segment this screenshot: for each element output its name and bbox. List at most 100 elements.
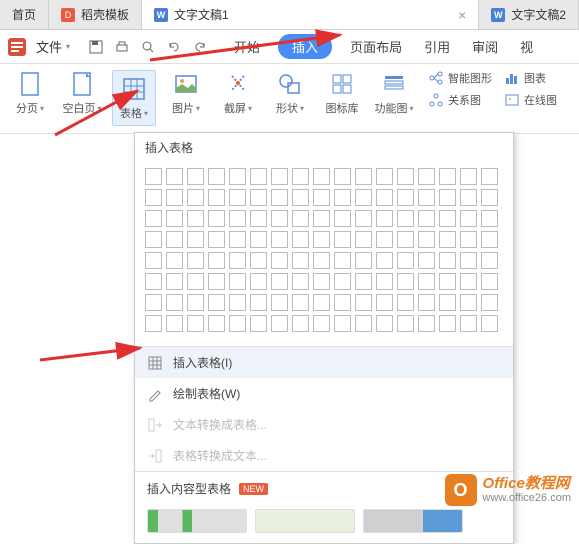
print-icon[interactable] xyxy=(114,39,130,55)
ribbon-relation[interactable]: 关系图 xyxy=(428,92,492,108)
grid-cell[interactable] xyxy=(397,210,414,227)
grid-cell[interactable] xyxy=(355,315,372,332)
grid-cell[interactable] xyxy=(187,168,204,185)
grid-cell[interactable] xyxy=(313,210,330,227)
grid-cell[interactable] xyxy=(418,315,435,332)
ribbon-chart[interactable]: 图表 xyxy=(504,70,557,86)
grid-cell[interactable] xyxy=(229,231,246,248)
ribbon-table[interactable]: 表格▾ xyxy=(112,70,156,126)
grid-cell[interactable] xyxy=(313,273,330,290)
grid-cell[interactable] xyxy=(439,231,456,248)
grid-cell[interactable] xyxy=(292,273,309,290)
grid-cell[interactable] xyxy=(481,252,498,269)
grid-cell[interactable] xyxy=(439,315,456,332)
tab-doc1[interactable]: W 文字文稿1 × xyxy=(142,0,479,29)
grid-cell[interactable] xyxy=(166,315,183,332)
grid-cell[interactable] xyxy=(229,189,246,206)
grid-cell[interactable] xyxy=(376,252,393,269)
grid-cell[interactable] xyxy=(355,210,372,227)
grid-cell[interactable] xyxy=(250,294,267,311)
grid-cell[interactable] xyxy=(208,252,225,269)
menu-draw-table[interactable]: 绘制表格(W) xyxy=(135,378,513,409)
grid-cell[interactable] xyxy=(313,189,330,206)
grid-cell[interactable] xyxy=(376,168,393,185)
grid-cell[interactable] xyxy=(250,210,267,227)
ribbon-onlinepic[interactable]: 在线图 xyxy=(504,92,557,108)
grid-cell[interactable] xyxy=(376,294,393,311)
table-size-grid[interactable] xyxy=(135,162,513,346)
grid-cell[interactable] xyxy=(250,315,267,332)
grid-cell[interactable] xyxy=(418,273,435,290)
preview-icon[interactable] xyxy=(140,39,156,55)
grid-cell[interactable] xyxy=(187,189,204,206)
ribbon-pagebreak[interactable]: 分页▾ xyxy=(8,70,52,116)
grid-cell[interactable] xyxy=(208,294,225,311)
ribbon-picture[interactable]: 图片▾ xyxy=(164,70,208,116)
grid-cell[interactable] xyxy=(355,231,372,248)
grid-cell[interactable] xyxy=(481,294,498,311)
grid-cell[interactable] xyxy=(229,210,246,227)
grid-cell[interactable] xyxy=(481,189,498,206)
redo-icon[interactable] xyxy=(192,39,208,55)
grid-cell[interactable] xyxy=(439,252,456,269)
grid-cell[interactable] xyxy=(376,315,393,332)
grid-cell[interactable] xyxy=(313,231,330,248)
grid-cell[interactable] xyxy=(334,252,351,269)
grid-cell[interactable] xyxy=(460,252,477,269)
grid-cell[interactable] xyxy=(481,231,498,248)
grid-cell[interactable] xyxy=(334,273,351,290)
grid-cell[interactable] xyxy=(481,273,498,290)
grid-cell[interactable] xyxy=(166,210,183,227)
grid-cell[interactable] xyxy=(292,252,309,269)
grid-cell[interactable] xyxy=(334,294,351,311)
grid-cell[interactable] xyxy=(418,231,435,248)
grid-cell[interactable] xyxy=(187,210,204,227)
grid-cell[interactable] xyxy=(334,315,351,332)
grid-cell[interactable] xyxy=(397,315,414,332)
grid-cell[interactable] xyxy=(250,273,267,290)
grid-cell[interactable] xyxy=(292,231,309,248)
grid-cell[interactable] xyxy=(271,252,288,269)
grid-cell[interactable] xyxy=(397,252,414,269)
grid-cell[interactable] xyxy=(355,252,372,269)
grid-cell[interactable] xyxy=(481,210,498,227)
grid-cell[interactable] xyxy=(187,231,204,248)
grid-cell[interactable] xyxy=(439,189,456,206)
undo-icon[interactable] xyxy=(166,39,182,55)
grid-cell[interactable] xyxy=(355,168,372,185)
grid-cell[interactable] xyxy=(271,231,288,248)
tab-home[interactable]: 首页 xyxy=(0,0,49,29)
grid-cell[interactable] xyxy=(481,315,498,332)
menu-tab-reference[interactable]: 引用 xyxy=(420,35,454,58)
grid-cell[interactable] xyxy=(355,273,372,290)
grid-cell[interactable] xyxy=(145,252,162,269)
grid-cell[interactable] xyxy=(439,273,456,290)
grid-cell[interactable] xyxy=(208,273,225,290)
menu-tab-view[interactable]: 视 xyxy=(516,35,537,58)
grid-cell[interactable] xyxy=(334,210,351,227)
ribbon-smartart[interactable]: 智能图形 xyxy=(428,70,492,86)
grid-cell[interactable] xyxy=(313,168,330,185)
grid-cell[interactable] xyxy=(166,189,183,206)
grid-cell[interactable] xyxy=(166,273,183,290)
menu-insert-table[interactable]: 插入表格(I) xyxy=(135,347,513,378)
grid-cell[interactable] xyxy=(334,168,351,185)
grid-cell[interactable] xyxy=(460,231,477,248)
grid-cell[interactable] xyxy=(166,231,183,248)
grid-cell[interactable] xyxy=(187,315,204,332)
menu-tab-pagelayout[interactable]: 页面布局 xyxy=(346,35,406,58)
grid-cell[interactable] xyxy=(397,273,414,290)
grid-cell[interactable] xyxy=(313,252,330,269)
file-menu[interactable]: 文件 ▾ xyxy=(30,35,76,58)
table-template[interactable] xyxy=(255,509,355,533)
grid-cell[interactable] xyxy=(334,189,351,206)
grid-cell[interactable] xyxy=(145,189,162,206)
grid-cell[interactable] xyxy=(208,210,225,227)
ribbon-iconlib[interactable]: 图标库 xyxy=(320,70,364,116)
grid-cell[interactable] xyxy=(355,294,372,311)
grid-cell[interactable] xyxy=(418,252,435,269)
grid-cell[interactable] xyxy=(187,252,204,269)
grid-cell[interactable] xyxy=(313,294,330,311)
grid-cell[interactable] xyxy=(334,231,351,248)
grid-cell[interactable] xyxy=(166,168,183,185)
